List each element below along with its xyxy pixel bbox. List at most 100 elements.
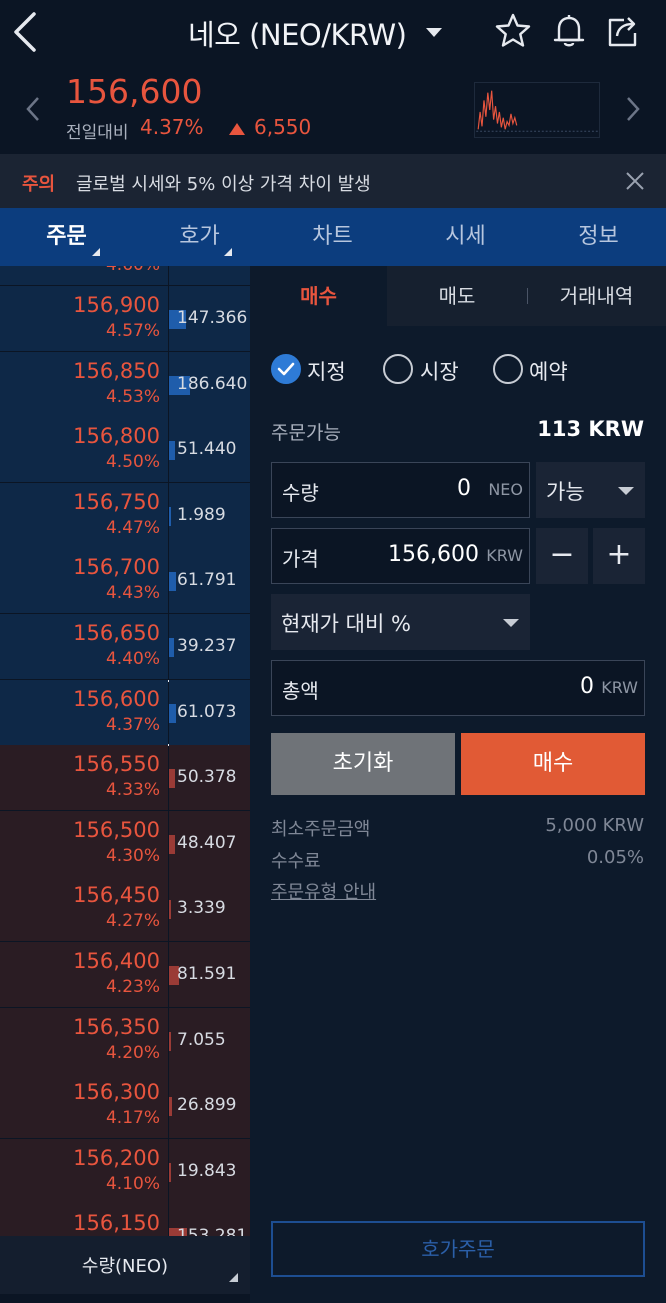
order-book-qty-cell[interactable]: 3.339 [169, 876, 250, 943]
order-book-quantity: 51.440 [177, 439, 237, 460]
order-book-price-cell[interactable]: 156,200 4.10% [0, 1138, 168, 1205]
order-book[interactable]: 4.60% 156,900 4.57% 147.366 156,850 4.53% 186… [0, 266, 250, 1236]
order-type-limit-label[interactable]: 지정 [307, 356, 346, 386]
order-book-price-cell[interactable]: 156,150 [0, 1204, 168, 1236]
order-book-qty-cell[interactable]: 19.843 [169, 1138, 250, 1205]
price-field[interactable]: 가격 156,600 KRW [271, 528, 530, 584]
order-book-price-cell[interactable]: 156,850 4.53% [0, 351, 168, 418]
price-value[interactable]: 156,600 [388, 542, 479, 567]
order-book-price-cell[interactable]: 156,700 4.43% [0, 548, 168, 615]
order-book-price-cell[interactable]: 156,600 4.37% [0, 679, 168, 746]
total-field[interactable]: 총액 0 KRW [271, 660, 645, 716]
order-book-row[interactable]: 156,650 4.40% 39.237 [0, 614, 250, 680]
order-book-price-cell[interactable]: 156,450 4.27% [0, 876, 168, 943]
back-arrow-icon[interactable] [10, 10, 44, 54]
tab-order[interactable]: 주문 [0, 208, 133, 266]
prev-market-chevron-icon[interactable] [24, 94, 44, 124]
warning-notice: 주의 글로벌 시세와 5% 이상 가격 차이 발생 [0, 154, 666, 208]
subtab-buy[interactable]: 매수 [250, 266, 387, 326]
order-book-price-cell[interactable]: 156,750 4.47% [0, 482, 168, 549]
quantity-mode-select[interactable]: 가능 [536, 462, 645, 518]
order-book-price-cell[interactable]: 156,900 4.57% [0, 286, 168, 352]
order-book-qty-cell[interactable]: 147.366 [169, 286, 250, 352]
order-book-qty-cell[interactable]: 1.989 [169, 482, 250, 549]
order-book-row[interactable]: 156,850 4.53% 186.640 [0, 351, 250, 418]
order-book-qty-cell[interactable]: 153.281 [169, 1204, 250, 1236]
order-book-price: 156,700 [73, 555, 160, 580]
footer-corner-triangle-icon[interactable] [229, 1273, 238, 1282]
next-market-chevron-icon[interactable] [622, 94, 642, 124]
order-book-qty-cell[interactable]: 81.591 [169, 942, 250, 1008]
favorite-star-icon[interactable] [494, 12, 532, 50]
order-book-row[interactable]: 156,150 153.281 [0, 1204, 250, 1236]
order-book-qty-cell[interactable]: 39.237 [169, 614, 250, 680]
close-icon[interactable] [624, 170, 646, 192]
price-decrement-button[interactable]: − [536, 528, 588, 584]
order-book-row[interactable]: 156,900 4.57% 147.366 [0, 286, 250, 352]
book-order-button[interactable]: 호가주문 [271, 1221, 645, 1277]
order-type-reserve-radio[interactable] [493, 354, 523, 384]
order-book-qty-cell[interactable]: 50.378 [169, 745, 250, 812]
order-book-price-cell[interactable]: 156,550 4.33% [0, 745, 168, 812]
min-order-label: 최소주문금액 [271, 819, 371, 840]
order-type-market-radio[interactable] [383, 354, 413, 384]
price-percent-select[interactable]: 현재가 대비 % [271, 594, 530, 650]
order-book-row[interactable]: 156,400 4.23% 81.591 [0, 942, 250, 1008]
order-book-row[interactable]: 156,500 4.30% 48.407 [0, 810, 250, 877]
order-book-qty-cell[interactable]: 48.407 [169, 810, 250, 877]
order-book-qty-cell[interactable]: 51.440 [169, 417, 250, 484]
order-book-row[interactable]: 156,550 4.33% 50.378 [0, 745, 250, 812]
mini-price-chart[interactable] [474, 82, 600, 138]
order-book-row[interactable]: 156,750 4.47% 1.989 [0, 482, 250, 549]
order-book-percent: 4.33% [105, 780, 160, 801]
order-book-price-cell[interactable]: 156,300 4.17% [0, 1073, 168, 1140]
order-type-guide-link[interactable]: 주문유형 안내 [271, 878, 376, 904]
order-type-market-label[interactable]: 시장 [420, 356, 459, 386]
order-book-row[interactable]: 156,450 4.27% 3.339 [0, 876, 250, 943]
buy-button[interactable]: 매수 [461, 733, 645, 795]
quantity-field[interactable]: 수량 0 NEO [271, 462, 530, 518]
min-order-value: 5,000 KRW [545, 815, 644, 836]
order-book-price-cell[interactable]: 156,650 4.40% [0, 614, 168, 680]
order-book-row[interactable]: 156,350 4.20% 7.055 [0, 1007, 250, 1074]
quantity-unit: NEO [488, 480, 523, 499]
notification-bell-icon[interactable] [550, 12, 588, 50]
tab-info[interactable]: 정보 [532, 208, 665, 266]
order-book-price-cell[interactable]: 156,400 4.23% [0, 942, 168, 1008]
order-book-qty-cell[interactable]: 186.640 [169, 351, 250, 418]
order-book-row[interactable]: 156,800 4.50% 51.440 [0, 417, 250, 484]
order-book-qty-cell[interactable]: 26.899 [169, 1073, 250, 1140]
subtab-sell[interactable]: 매도 [387, 266, 527, 326]
order-book-row[interactable]: 156,200 4.10% 19.843 [0, 1138, 250, 1205]
order-book-quantity: 81.591 [177, 964, 237, 984]
order-book-percent: 4.47% [105, 517, 160, 538]
share-icon[interactable] [604, 12, 642, 50]
market-dropdown-caret-icon[interactable] [426, 28, 442, 37]
tab-quotes[interactable]: 시세 [399, 208, 532, 266]
price-increment-button[interactable]: + [593, 528, 645, 584]
market-title[interactable]: 네오 (NEO/KRW) [188, 12, 407, 54]
order-book-row[interactable]: 156,300 4.17% 26.899 [0, 1073, 250, 1140]
order-book-price-cell[interactable]: 156,500 4.30% [0, 810, 168, 877]
order-book-quantity: 147.366 [177, 308, 248, 328]
order-book-row-current[interactable]: 156,600 4.37% 61.073 [0, 679, 250, 746]
reset-button[interactable]: 초기화 [271, 733, 455, 795]
order-book-price-cell[interactable]: 156,350 4.20% [0, 1007, 168, 1074]
order-book-price: 156,850 [73, 358, 160, 383]
order-book-qty-cell[interactable]: 61.791 [169, 548, 250, 615]
order-book-footer[interactable]: 수량(NEO) [0, 1236, 250, 1294]
subtab-history[interactable]: 거래내역 [527, 266, 666, 326]
order-type-limit-radio[interactable] [271, 354, 301, 384]
order-book-qty-cell[interactable]: 7.055 [169, 1007, 250, 1074]
quantity-value[interactable]: 0 [457, 476, 471, 501]
order-book-qty-cell[interactable]: 61.073 [169, 679, 250, 746]
order-book-price-cell[interactable]: 156,800 4.50% [0, 417, 168, 484]
tab-chart[interactable]: 차트 [266, 208, 399, 266]
order-book-price: 156,600 [73, 686, 160, 711]
order-type-reserve-label[interactable]: 예약 [529, 356, 568, 386]
order-book-row[interactable]: 156,700 4.43% 61.791 [0, 548, 250, 615]
total-unit: KRW [601, 678, 638, 697]
order-book-quantity: 186.640 [177, 373, 248, 394]
tab-orderbook[interactable]: 호가 [133, 208, 266, 266]
order-book-row-partial[interactable]: 4.60% [0, 266, 250, 286]
